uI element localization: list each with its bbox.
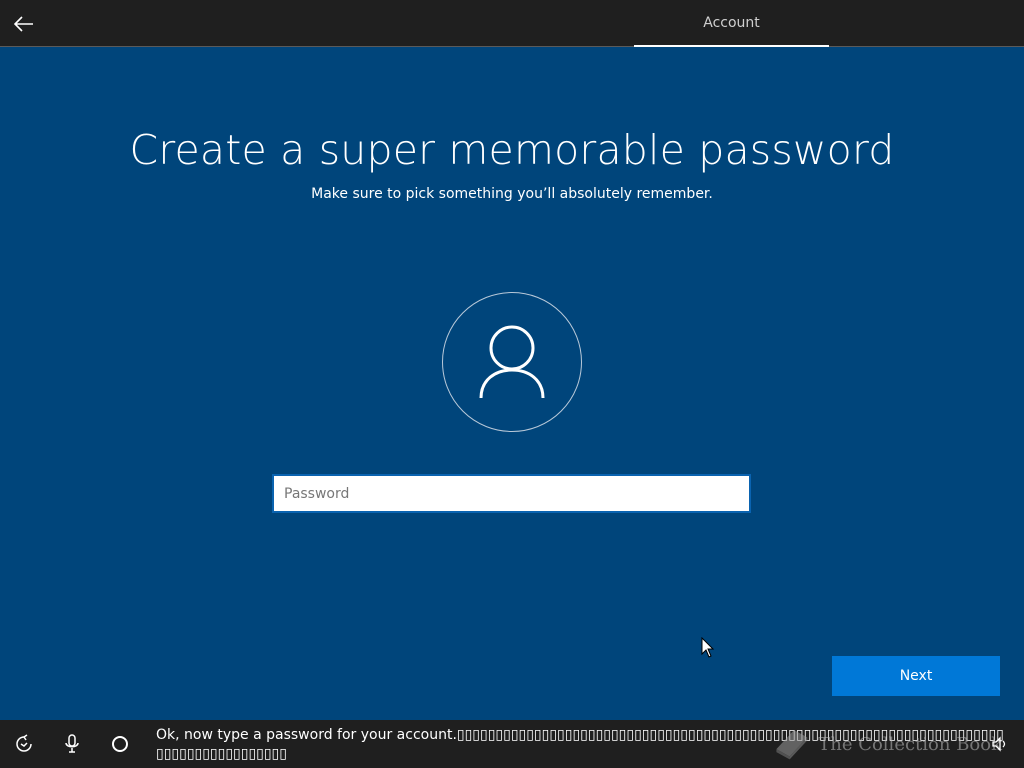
- page-title: Create a super memorable password: [129, 126, 895, 174]
- main-content: Create a super memorable password Make s…: [0, 48, 1024, 720]
- cortana-icon: [112, 736, 128, 752]
- watermark-logo: The Collection Book: [772, 720, 1002, 768]
- top-bar: Account: [0, 0, 1024, 47]
- user-icon: [479, 325, 545, 399]
- avatar: [442, 292, 582, 432]
- cortana-button[interactable]: [108, 732, 132, 756]
- back-arrow-icon: [14, 16, 33, 32]
- microphone-icon: [65, 734, 79, 753]
- back-button[interactable]: [8, 8, 40, 40]
- accessibility-icon: [16, 734, 32, 752]
- password-input[interactable]: [272, 474, 751, 513]
- mouse-cursor-icon: [701, 637, 715, 658]
- book-icon: [776, 730, 808, 760]
- accessibility-button[interactable]: [12, 732, 36, 756]
- volume-icon[interactable]: [990, 734, 1010, 754]
- watermark-text: The Collection Book: [818, 733, 1002, 755]
- microphone-button[interactable]: [60, 732, 84, 756]
- bottom-bar: Ok, now type a password for your account…: [0, 720, 1024, 768]
- page-subtitle: Make sure to pick something you’ll absol…: [311, 186, 713, 202]
- tab-account[interactable]: Account: [634, 0, 829, 47]
- next-button[interactable]: Next: [832, 656, 1000, 696]
